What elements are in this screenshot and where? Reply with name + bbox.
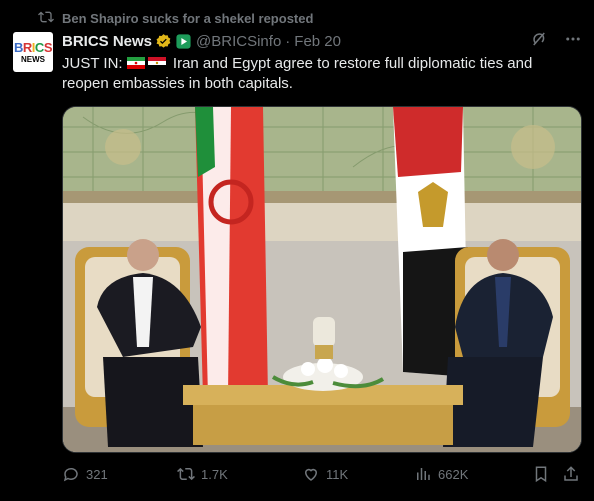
repost-button[interactable]: 1.7K (177, 465, 228, 483)
repost-text: Ben Shapiro sucks for a shekel reposted (62, 11, 314, 26)
egypt-flag-icon (147, 57, 166, 69)
bookmark-button[interactable] (532, 465, 550, 483)
grok-icon[interactable] (530, 30, 548, 52)
verified-badge-icon (156, 33, 171, 48)
share-icon (564, 466, 578, 481)
tweet-date[interactable]: Feb 20 (294, 33, 341, 50)
author-handle[interactable]: @BRICSinfo (196, 33, 281, 50)
iran-flag-banner (195, 107, 268, 397)
affiliate-badge-icon (176, 33, 191, 49)
views-count: 662K (438, 466, 469, 482)
reply-button[interactable]: 321 (62, 465, 108, 483)
tweet-actions: 321 1.7K 11K 662K (62, 464, 582, 484)
tweet-prefix: JUST IN: (62, 55, 123, 72)
bookmark-icon (535, 466, 547, 483)
author-name[interactable]: BRICS News (62, 33, 152, 50)
repost-indicator[interactable]: Ben Shapiro sucks for a shekel reposted (38, 9, 313, 28)
views-icon (417, 468, 430, 480)
avatar[interactable]: BRICS NEWS (13, 32, 53, 72)
avatar-sub: NEWS (21, 54, 45, 64)
like-button[interactable]: 11K (302, 465, 348, 483)
views-button[interactable]: 662K (414, 465, 468, 483)
repost-icon (177, 467, 195, 481)
reply-count: 321 (86, 466, 108, 482)
date-separator: · (285, 32, 291, 50)
repost-count: 1.7K (201, 466, 228, 482)
reply-icon (63, 467, 78, 482)
tweet-text: JUST IN: Iran and Egypt agree to restore… (62, 54, 572, 94)
tweet-header: BRICS News @BRICSinfo · Feb 20 (62, 31, 582, 51)
like-count: 11K (326, 466, 349, 482)
share-button[interactable] (562, 465, 580, 483)
avatar-logo: BRICS (14, 39, 52, 55)
heart-icon (304, 468, 318, 481)
repost-icon (38, 9, 54, 28)
tweet-photo[interactable] (62, 106, 582, 453)
iran-flag-icon (126, 57, 145, 69)
more-options-icon[interactable] (564, 30, 582, 52)
